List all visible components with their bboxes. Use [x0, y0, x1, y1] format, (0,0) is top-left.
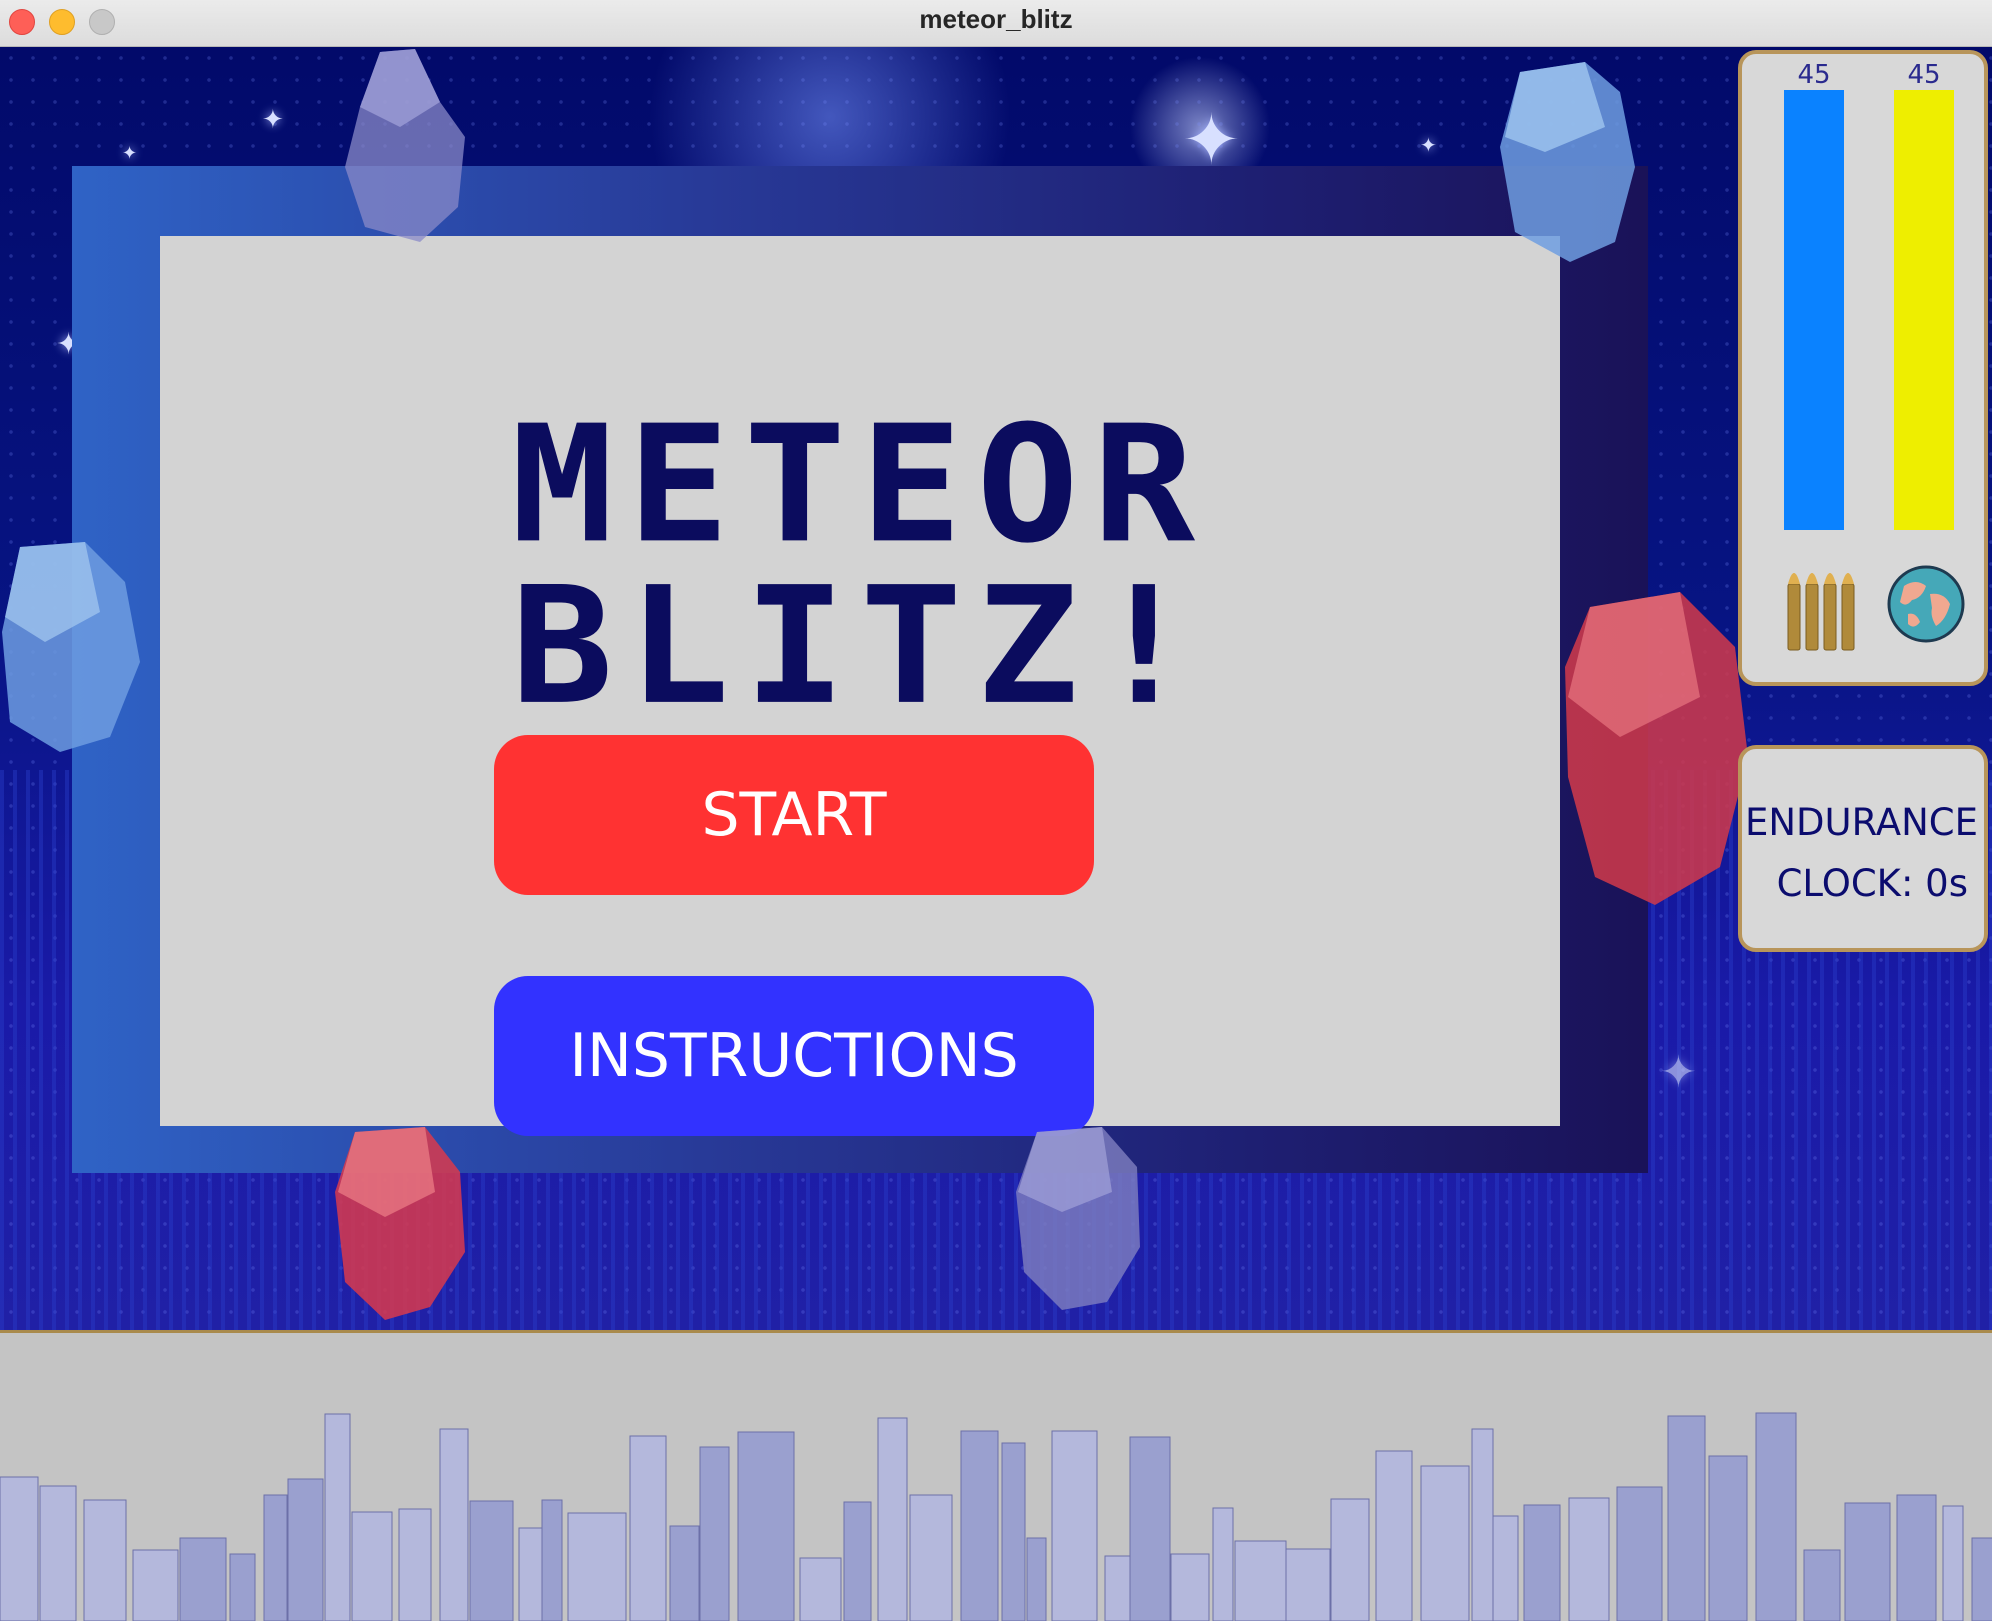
- skyline-building: [877, 1417, 908, 1621]
- star-icon: ✦: [122, 143, 138, 164]
- skyline-building: [1330, 1498, 1370, 1621]
- skyline-building: [629, 1435, 667, 1621]
- star-icon: ✦: [1420, 133, 1437, 157]
- city-ground: [0, 1330, 1992, 1621]
- earth-health-bar: [1894, 90, 1954, 530]
- skyline-building: [909, 1494, 953, 1621]
- skyline-building: [1568, 1497, 1610, 1621]
- skyline-building: [1471, 1428, 1494, 1621]
- skyline-building: [351, 1511, 393, 1621]
- ammo-count: 45: [1797, 60, 1831, 90]
- game-title: METEOR BLITZ!: [510, 391, 1210, 741]
- meteor-icon: [2, 542, 140, 752]
- skyline-building: [1803, 1549, 1841, 1621]
- skyline-building: [1420, 1465, 1470, 1621]
- main-menu-panel: METEOR BLITZ! START INSTRUCTIONS: [160, 236, 1560, 1136]
- skyline-building: [1667, 1415, 1706, 1621]
- skyline-building: [179, 1537, 227, 1621]
- skyline-building: [1844, 1502, 1891, 1621]
- skyline-building: [1896, 1494, 1937, 1621]
- ammo-bar-fill: [1784, 90, 1844, 530]
- skyline-building: [469, 1500, 514, 1621]
- meteor-icon: [1016, 1127, 1140, 1310]
- skyline-building: [843, 1501, 872, 1621]
- space-background: ✦ ✦ ✦ ✦ ✦ ✦ ✦ METEOR BLITZ! START INSTRU…: [0, 47, 1992, 1330]
- skyline-building: [1234, 1540, 1287, 1621]
- skyline-building: [1375, 1450, 1413, 1621]
- star-icon: ✦: [262, 105, 284, 135]
- clock-label: ENDURANCE: [1744, 801, 1978, 844]
- skyline-building: [567, 1512, 627, 1621]
- skyline-building: [1523, 1504, 1561, 1621]
- skyline-building: [439, 1428, 469, 1621]
- skyline-building: [229, 1553, 256, 1621]
- bullets-icon: [1787, 573, 1855, 651]
- skyline-building: [132, 1549, 179, 1621]
- skyline-building: [737, 1431, 795, 1621]
- meteor-icon: [1565, 592, 1748, 905]
- skyline-building: [1026, 1537, 1047, 1621]
- resource-panel: 45 45: [1738, 50, 1988, 686]
- meteor-icon: [335, 1127, 465, 1320]
- earth-icon: [1887, 565, 1965, 643]
- skyline-building: [1001, 1442, 1026, 1621]
- skyline-building: [39, 1485, 77, 1621]
- skyline-building: [1170, 1553, 1210, 1621]
- skyline-building: [1971, 1537, 1992, 1621]
- skyline-building: [287, 1478, 324, 1621]
- star-icon: ✦: [1660, 1047, 1697, 1098]
- skyline-building: [83, 1499, 127, 1621]
- window-title: meteor_blitz: [919, 4, 1073, 34]
- skyline-building: [263, 1494, 288, 1621]
- skyline-building: [0, 1476, 39, 1621]
- meteor-icon: [345, 49, 465, 242]
- skyline-building: [324, 1413, 351, 1621]
- skyline-building: [699, 1446, 730, 1621]
- skyline-building: [1708, 1455, 1748, 1621]
- skyline-building: [669, 1525, 700, 1621]
- earth-health-bar-fill: [1894, 90, 1954, 530]
- skyline-building: [518, 1527, 543, 1621]
- earth-health-count: 45: [1907, 60, 1941, 90]
- skyline-building: [1129, 1436, 1171, 1621]
- skyline-building: [1616, 1486, 1663, 1621]
- skyline-building: [398, 1508, 432, 1621]
- skyline-building: [541, 1499, 563, 1621]
- skyline-building: [1212, 1507, 1234, 1621]
- city-skyline: [0, 1412, 1992, 1621]
- endurance-clock-panel: ENDURANCE CLOCK: 0s: [1738, 745, 1988, 952]
- meteor-icon: [1500, 62, 1635, 262]
- skyline-building: [1285, 1548, 1331, 1621]
- skyline-building: [1104, 1555, 1131, 1621]
- ammo-bar: [1784, 90, 1844, 530]
- window-titlebar: meteor_blitz: [0, 0, 1992, 47]
- skyline-building: [960, 1430, 999, 1621]
- skyline-building: [1492, 1515, 1519, 1621]
- skyline-building: [1942, 1505, 1964, 1621]
- skyline-building: [1755, 1412, 1797, 1621]
- skyline-building: [799, 1557, 842, 1621]
- start-button[interactable]: START: [494, 735, 1094, 895]
- instructions-button[interactable]: INSTRUCTIONS: [494, 976, 1094, 1136]
- skyline-building: [1051, 1430, 1098, 1621]
- clock-value: CLOCK: 0s: [1776, 862, 1968, 905]
